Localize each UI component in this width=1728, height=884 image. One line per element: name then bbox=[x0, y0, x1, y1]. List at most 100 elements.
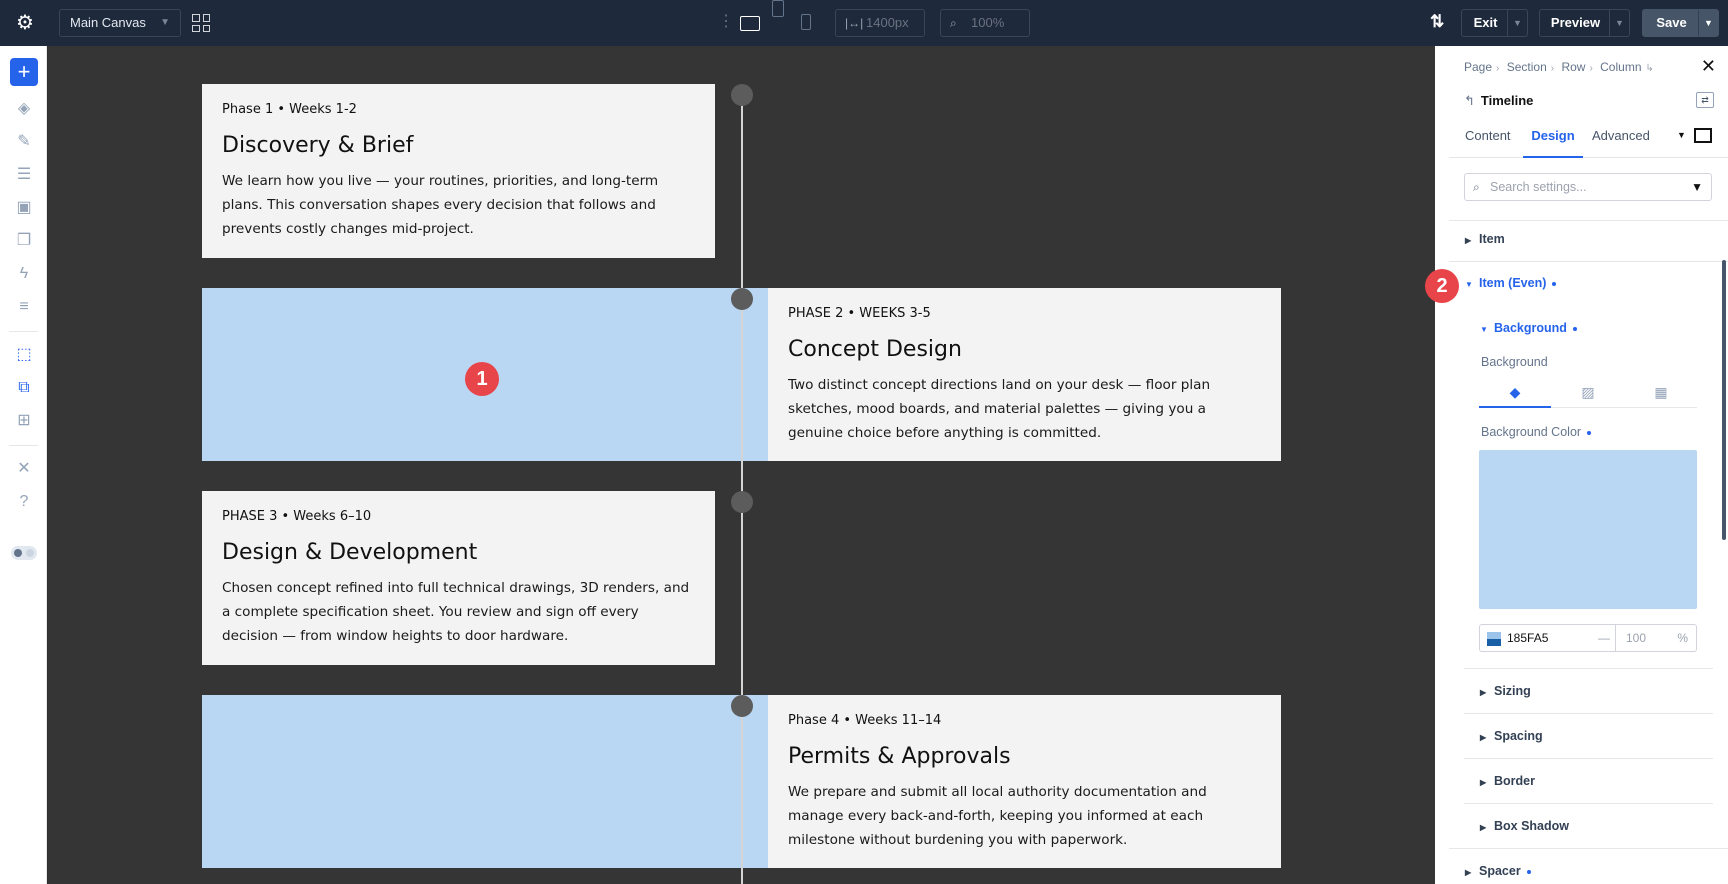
preview-dropdown-icon[interactable]: ▼ bbox=[1609, 10, 1629, 36]
desktop-view-icon[interactable] bbox=[740, 16, 760, 31]
divider bbox=[9, 445, 38, 446]
opacity-unit: % bbox=[1677, 631, 1688, 645]
search-settings-input[interactable]: ⌕ Search settings... ▼ bbox=[1464, 173, 1712, 201]
group-spacer[interactable]: ▶ Spacer bbox=[1465, 864, 1531, 878]
exit-button[interactable]: Exit ▼ bbox=[1461, 9, 1528, 37]
filter-icon[interactable]: ▼ bbox=[1691, 174, 1703, 200]
tablet-view-icon[interactable] bbox=[772, 0, 784, 17]
save-dropdown-icon[interactable]: ▼ bbox=[1698, 10, 1718, 36]
close-icon[interactable]: ✕ bbox=[1701, 56, 1716, 77]
multi-select-icon[interactable]: ⧉ bbox=[13, 377, 35, 399]
exit-label: Exit bbox=[1473, 15, 1498, 30]
save-label: Save bbox=[1656, 15, 1687, 30]
item-title: Design & Development bbox=[222, 540, 478, 565]
back-icon[interactable]: ↰ bbox=[1464, 93, 1475, 108]
item-meta: Phase 4 • Weeks 11–14 bbox=[788, 713, 942, 728]
grid-icon[interactable] bbox=[192, 14, 210, 32]
exit-dropdown-icon[interactable]: ▼ bbox=[1507, 10, 1527, 36]
layers-icon[interactable]: ◈ bbox=[13, 98, 35, 120]
gear-icon[interactable]: ⚙ bbox=[14, 12, 36, 34]
group-sizing[interactable]: ▶ Sizing bbox=[1480, 684, 1531, 698]
module-options-icon[interactable]: ⇄ bbox=[1696, 92, 1714, 108]
item-body: We learn how you live — your routines, p… bbox=[222, 173, 659, 237]
more-vertical-icon[interactable]: ⋮ bbox=[718, 12, 734, 32]
add-element-button[interactable]: + bbox=[10, 58, 38, 86]
canvas-select[interactable]: Main Canvas ▼ bbox=[59, 9, 181, 37]
breadcrumb-column[interactable]: Column bbox=[1600, 60, 1641, 74]
preview-button[interactable]: Preview ▼ bbox=[1539, 9, 1630, 37]
timeline-item[interactable]: Phase 1 • Weeks 1-2 Discovery & Brief We… bbox=[202, 84, 715, 258]
divider bbox=[1615, 625, 1616, 651]
timeline-line bbox=[741, 95, 743, 884]
search-icon: ⌕ bbox=[1473, 180, 1480, 194]
group-background[interactable]: ▼ Background bbox=[1480, 321, 1577, 335]
zoom-field[interactable]: ⌕ 100% bbox=[940, 9, 1030, 37]
tab-advanced[interactable]: Advanced bbox=[1592, 114, 1650, 158]
item-meta: Phase 1 • Weeks 1-2 bbox=[222, 102, 357, 117]
background-color-label: Background Color bbox=[1481, 425, 1592, 439]
paint-bucket-icon[interactable]: ◆ bbox=[1479, 378, 1551, 408]
help-icon[interactable]: ? bbox=[13, 491, 35, 513]
phone-view-icon[interactable] bbox=[801, 14, 811, 30]
design-library-icon[interactable]: ✎ bbox=[13, 131, 35, 153]
gradient-icon[interactable]: ▨ bbox=[1552, 378, 1624, 408]
select-element-icon[interactable]: ⬚ bbox=[13, 344, 35, 366]
zoom-icon: ⌕ bbox=[950, 16, 957, 30]
timeline-dot bbox=[731, 695, 753, 717]
timeline-dot bbox=[731, 288, 753, 310]
group-spacing[interactable]: ▶ Spacing bbox=[1480, 729, 1543, 743]
preset-icon[interactable]: ⊞ bbox=[13, 410, 35, 432]
divider bbox=[1464, 668, 1713, 669]
breadcrumb-section[interactable]: Section bbox=[1507, 60, 1547, 74]
divider bbox=[1449, 261, 1728, 262]
breadcrumb-page[interactable]: Page bbox=[1464, 60, 1492, 74]
step-marker-1: 1 bbox=[465, 362, 499, 396]
canvas-select-label: Main Canvas bbox=[70, 15, 146, 30]
chevron-down-icon[interactable]: ▼ bbox=[1677, 130, 1686, 140]
chevron-down-icon: ▼ bbox=[160, 17, 170, 28]
background-label: Background bbox=[1481, 355, 1548, 369]
item-title: Discovery & Brief bbox=[222, 133, 414, 158]
tab-content[interactable]: Content bbox=[1465, 114, 1511, 158]
color-swatch-preview[interactable] bbox=[1479, 450, 1697, 609]
sort-icon[interactable]: ⇅ bbox=[1430, 12, 1444, 32]
panel-tabs: Content Design Advanced ▼ bbox=[1449, 114, 1728, 158]
lightning-icon[interactable]: ϟ bbox=[13, 263, 35, 285]
pages-icon[interactable]: ❐ bbox=[13, 230, 35, 252]
group-box-shadow[interactable]: ▶ Box Shadow bbox=[1480, 819, 1569, 833]
panel-scrollbar[interactable] bbox=[1722, 260, 1726, 540]
tools-icon[interactable]: ✕ bbox=[13, 458, 35, 480]
opacity-dash: — bbox=[1598, 631, 1610, 645]
timeline-item[interactable]: PHASE 3 • Weeks 6–10 Design & Developmen… bbox=[202, 491, 715, 665]
theme-toggle[interactable] bbox=[11, 546, 37, 560]
list-icon[interactable]: ≡ bbox=[13, 296, 35, 318]
forms-icon[interactable]: ▣ bbox=[13, 197, 35, 219]
step-marker-2: 2 bbox=[1425, 269, 1459, 303]
color-hex-input[interactable]: 185FA5 — 100 % bbox=[1479, 624, 1697, 652]
group-item[interactable]: ▶ Item bbox=[1465, 232, 1505, 246]
save-button[interactable]: Save ▼ bbox=[1642, 9, 1719, 37]
responsive-view-icon[interactable] bbox=[1694, 128, 1712, 143]
divider bbox=[1464, 758, 1713, 759]
timeline-item[interactable]: PHASE 2 • WEEKS 3-5 Concept Design Two d… bbox=[768, 288, 1281, 461]
timeline-item[interactable]: Phase 4 • Weeks 11–14 Permits & Approval… bbox=[768, 695, 1281, 868]
group-border[interactable]: ▶ Border bbox=[1480, 774, 1535, 788]
panel-resize-handle[interactable] bbox=[1435, 46, 1449, 884]
canvas-width-field[interactable]: |↔| 1400px bbox=[835, 9, 925, 37]
breadcrumb-row[interactable]: Row bbox=[1561, 60, 1585, 74]
left-sidebar: + ◈ ✎ ☰ ▣ ❐ ϟ ≡ ⬚ ⧉ ⊞ ✕ ? bbox=[0, 46, 47, 884]
item-title: Permits & Approvals bbox=[788, 744, 1011, 769]
opacity-value[interactable]: 100 bbox=[1626, 625, 1646, 651]
database-icon[interactable]: ☰ bbox=[13, 164, 35, 186]
timeline-dot bbox=[731, 84, 753, 106]
background-type-tabs: ◆ ▨ ▦ bbox=[1479, 378, 1697, 408]
color-hex-value: 185FA5 bbox=[1507, 631, 1549, 645]
zoom-value: 100% bbox=[971, 15, 1005, 30]
group-item-even[interactable]: ▼ Item (Even) bbox=[1465, 276, 1557, 290]
tab-design[interactable]: Design bbox=[1523, 114, 1583, 158]
top-toolbar: ⚙ Main Canvas ▼ ⋮ |↔| 1400px ⌕ 100% ⇅ Ex… bbox=[0, 0, 1728, 46]
width-icon: |↔| bbox=[845, 16, 864, 30]
image-icon[interactable]: ▦ bbox=[1625, 378, 1697, 408]
settings-panel: Page › Section › Row › Column ↳ ✕ ↰ Timeline … bbox=[1449, 46, 1728, 884]
item-even-background[interactable] bbox=[202, 695, 768, 868]
